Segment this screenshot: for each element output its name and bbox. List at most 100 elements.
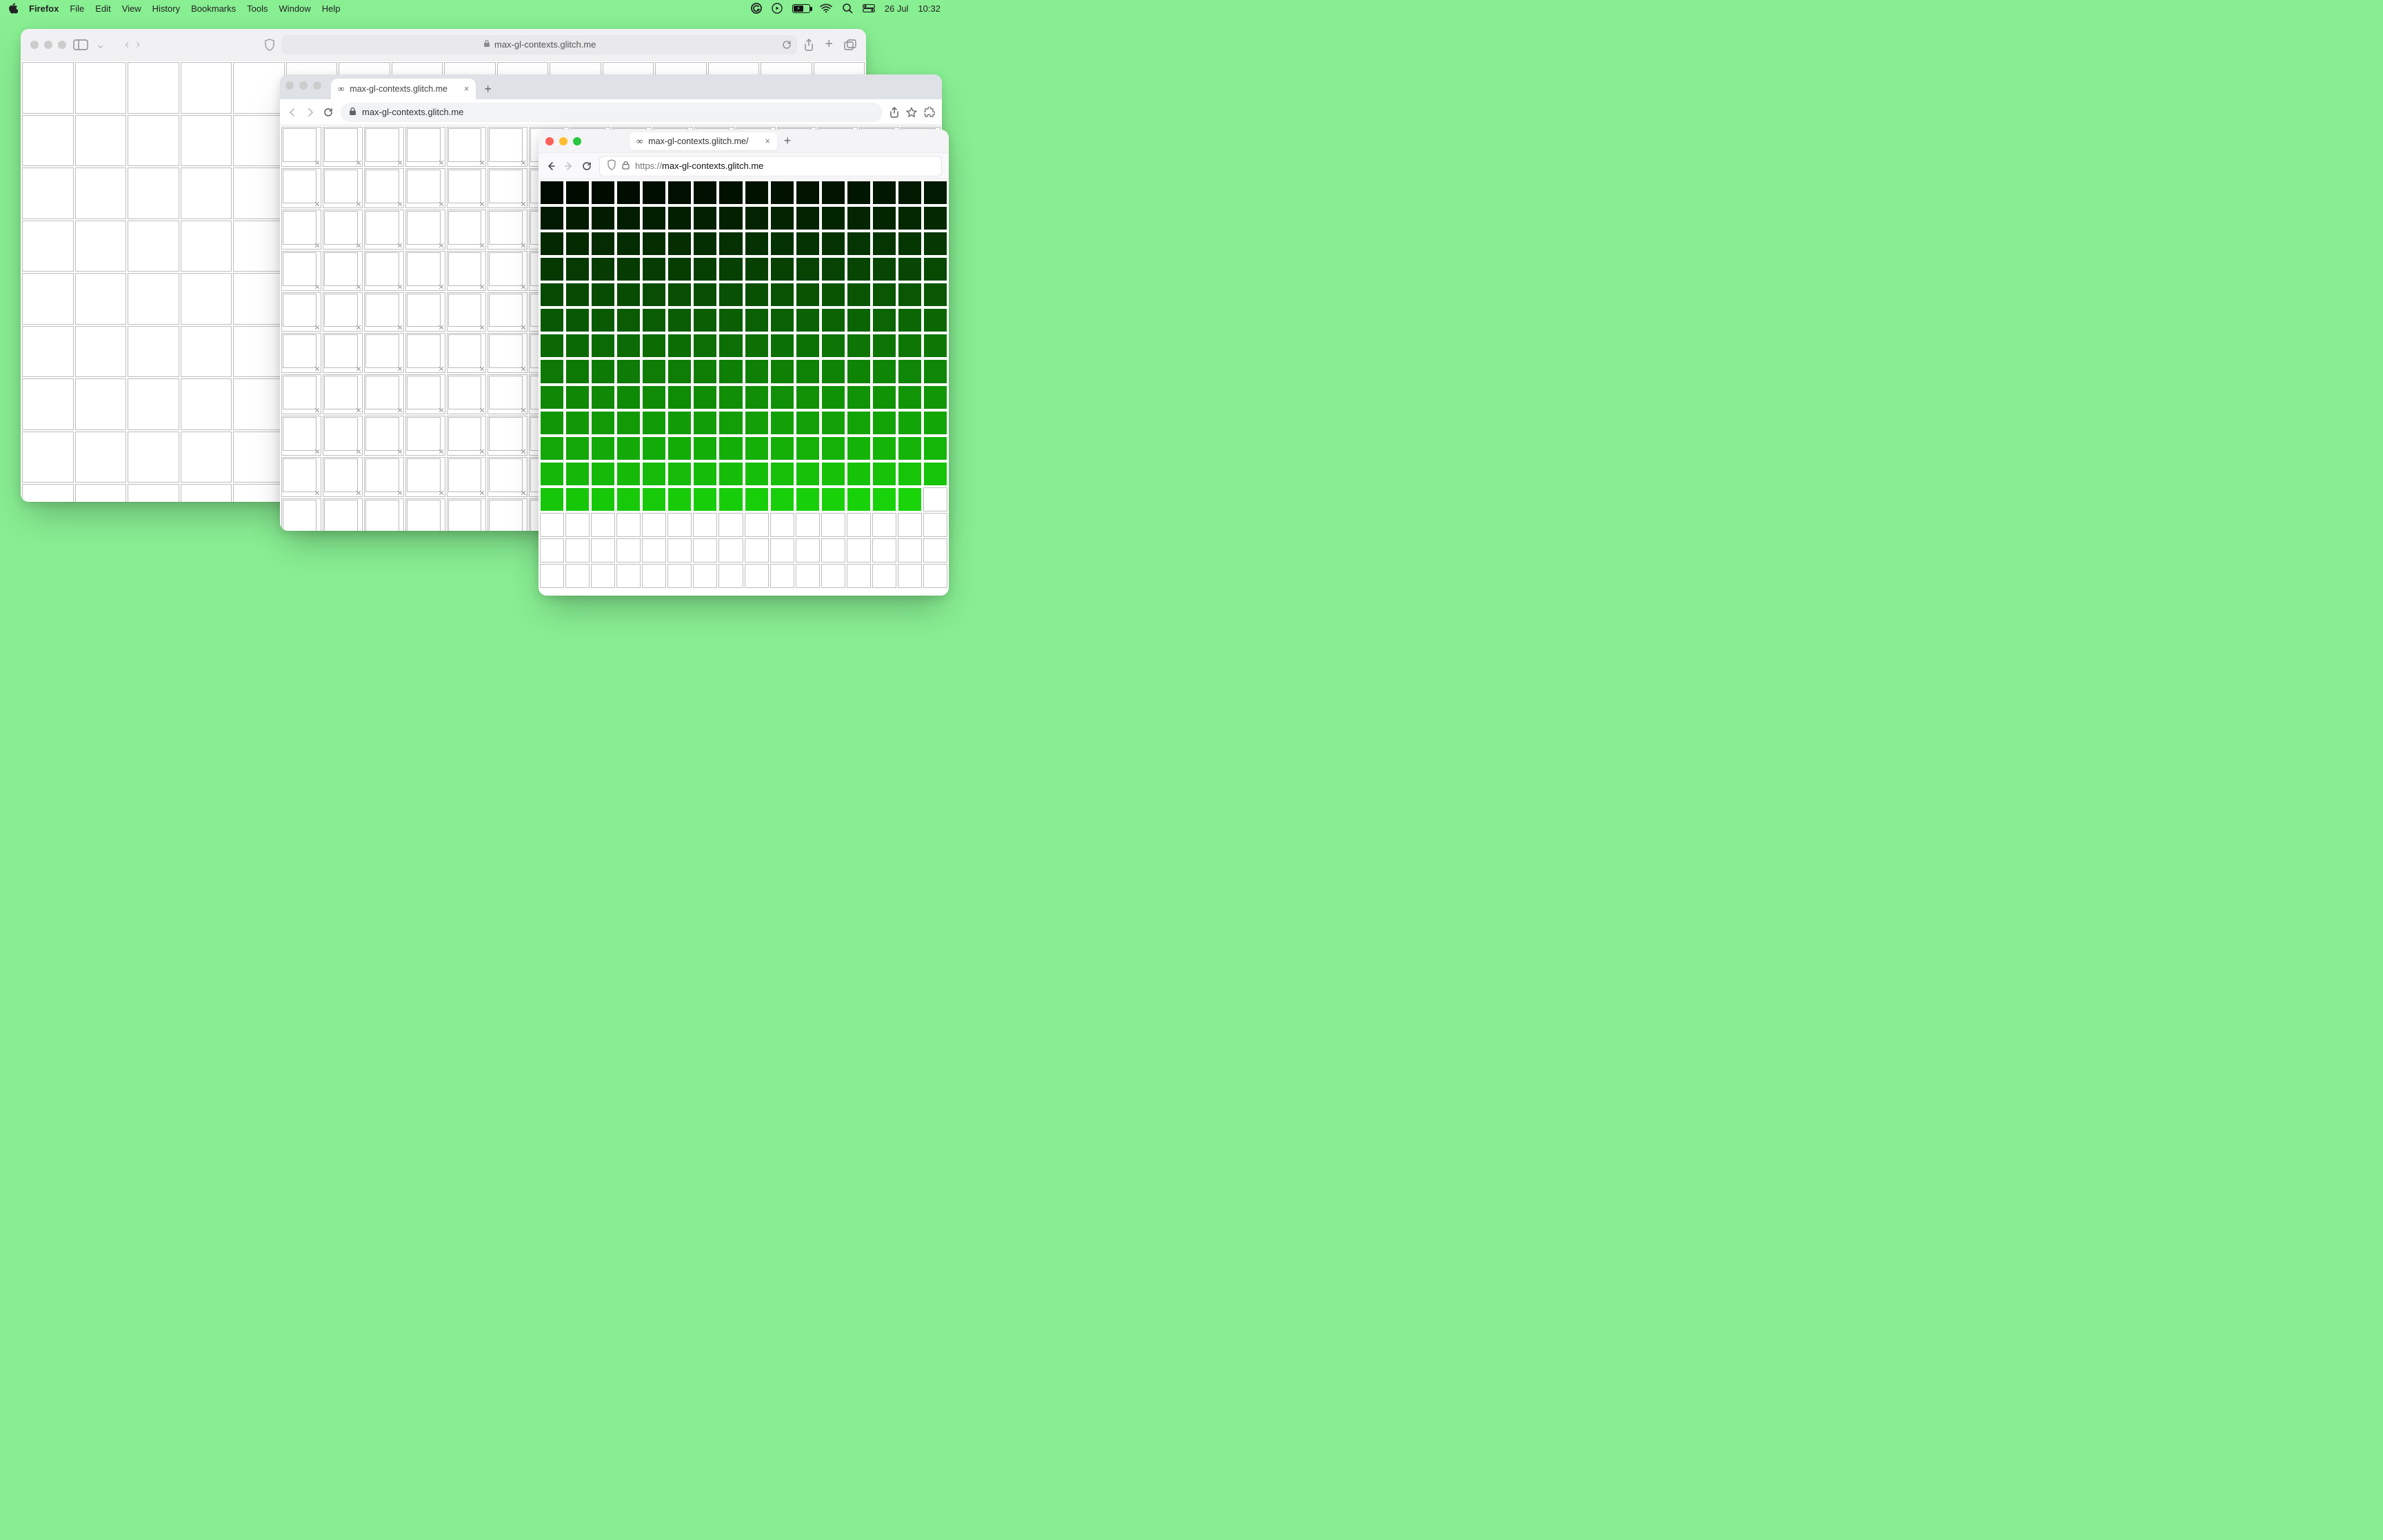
safari-back-icon[interactable]: ‹ (125, 37, 129, 52)
chrome-back-icon[interactable] (287, 107, 298, 118)
safari-tabgroup-chevron-icon[interactable]: ⌄ (95, 37, 105, 52)
menubar-time[interactable]: 10:32 (918, 3, 941, 14)
canvas-cell (770, 359, 794, 383)
firefox-refresh-icon[interactable] (581, 161, 592, 172)
canvas-cell (591, 385, 615, 409)
chrome-share-icon[interactable] (889, 107, 899, 118)
canvas-cell (718, 308, 743, 332)
chrome-forward-icon[interactable] (305, 107, 316, 118)
canvas-cell (847, 564, 871, 588)
canvas-cell (128, 378, 179, 430)
menubar-item-edit[interactable]: Edit (95, 3, 110, 14)
canvas-cell (540, 181, 564, 205)
canvas-cell (642, 538, 666, 563)
canvas-cell (75, 115, 127, 167)
safari-forward-icon[interactable]: › (136, 37, 140, 52)
chrome-bookmark-icon[interactable] (906, 107, 917, 118)
firefox-address-bar[interactable]: https://max-gl-contexts.glitch.me (599, 156, 942, 176)
canvas-cell (923, 538, 947, 563)
broken-canvas-cell (447, 251, 487, 291)
canvas-cell (540, 564, 564, 588)
canvas-cell (181, 432, 232, 483)
canvas-cell (872, 564, 896, 588)
menubar-item-window[interactable]: Window (279, 3, 311, 14)
menubar-item-bookmarks[interactable]: Bookmarks (191, 3, 236, 14)
menubar-app-name[interactable]: Firefox (29, 3, 59, 14)
safari-address-text: max-gl-contexts.glitch.me (494, 39, 596, 50)
chrome-extensions-icon[interactable] (924, 107, 935, 118)
canvas-cell (181, 484, 232, 502)
canvas-cell (75, 378, 127, 430)
firefox-traffic-lights[interactable] (545, 137, 581, 145)
canvas-cell (616, 385, 641, 409)
canvas-cell (796, 181, 820, 205)
canvas-cell (745, 232, 769, 256)
broken-canvas-cell (487, 210, 527, 250)
broken-canvas-cell (281, 127, 321, 167)
wifi-menubar-icon[interactable] (820, 3, 832, 13)
grammarly-menubar-icon[interactable] (751, 3, 762, 14)
firefox-shield-icon[interactable] (607, 159, 616, 172)
spotlight-search-icon[interactable] (842, 3, 853, 14)
chrome-refresh-icon[interactable] (323, 107, 334, 118)
broken-canvas-cell (405, 127, 445, 167)
canvas-cell (591, 359, 615, 383)
menubar-item-tools[interactable]: Tools (247, 3, 268, 14)
menubar-item-view[interactable]: View (122, 3, 141, 14)
apple-logo-icon[interactable] (8, 3, 18, 14)
safari-share-icon[interactable] (804, 37, 814, 52)
canvas-cell (233, 432, 285, 483)
canvas-cell (75, 221, 127, 272)
safari-address-bar[interactable]: max-gl-contexts.glitch.me (282, 35, 797, 54)
chrome-tab[interactable]: ∞ max-gl-contexts.glitch.me × (331, 79, 476, 99)
canvas-cell (872, 359, 896, 383)
chrome-traffic-lights[interactable] (285, 81, 321, 90)
canvas-cell (872, 436, 896, 460)
firefox-newtab-icon[interactable]: + (784, 134, 792, 148)
safari-sidebar-icon[interactable] (73, 39, 88, 50)
chrome-tab-close-icon[interactable]: × (464, 84, 469, 94)
control-center-icon[interactable] (863, 4, 875, 12)
canvas-cell (591, 538, 615, 563)
firefox-tab[interactable]: ∞ max-gl-contexts.glitch.me/ × (630, 132, 777, 150)
firefox-back-icon[interactable] (545, 161, 556, 172)
chrome-address-bar[interactable]: max-gl-contexts.glitch.me (341, 103, 883, 122)
broken-canvas-cell (364, 210, 404, 250)
canvas-cell (718, 206, 743, 230)
battery-menubar-icon[interactable]: ⚡︎ (792, 4, 810, 13)
firefox-tab-close-icon[interactable]: × (765, 136, 770, 146)
canvas-cell (565, 411, 590, 435)
broken-canvas-cell (405, 168, 445, 208)
safari-taboverview-icon[interactable] (844, 37, 856, 52)
firefox-forward-icon[interactable] (563, 161, 574, 172)
menubar-date[interactable]: 26 Jul (885, 3, 909, 14)
broken-canvas-cell (447, 498, 487, 531)
canvas-cell (718, 487, 743, 511)
canvas-cell (75, 484, 127, 502)
chrome-newtab-icon[interactable]: + (480, 82, 496, 99)
safari-newtab-icon[interactable]: + (825, 37, 833, 52)
media-play-menubar-icon[interactable] (772, 3, 783, 14)
canvas-cell (770, 436, 794, 460)
canvas-cell (923, 334, 947, 358)
safari-shield-icon[interactable] (264, 39, 275, 51)
broken-canvas-cell (323, 374, 363, 414)
canvas-cell (770, 385, 794, 409)
safari-refresh-icon[interactable] (782, 40, 792, 50)
broken-canvas-cell (281, 374, 321, 414)
canvas-cell (796, 385, 820, 409)
broken-canvas-cell (364, 374, 404, 414)
broken-canvas-cell (364, 457, 404, 497)
canvas-cell (693, 436, 717, 460)
broken-canvas-cell (487, 374, 527, 414)
menubar-item-file[interactable]: File (70, 3, 84, 14)
menubar-item-help[interactable]: Help (322, 3, 341, 14)
safari-traffic-lights[interactable] (30, 41, 66, 49)
canvas-cell (22, 168, 74, 219)
canvas-cell (22, 326, 74, 378)
canvas-cell (847, 411, 871, 435)
canvas-cell (693, 513, 717, 537)
canvas-cell (616, 538, 641, 563)
menubar-item-history[interactable]: History (152, 3, 180, 14)
canvas-cell (923, 462, 947, 486)
